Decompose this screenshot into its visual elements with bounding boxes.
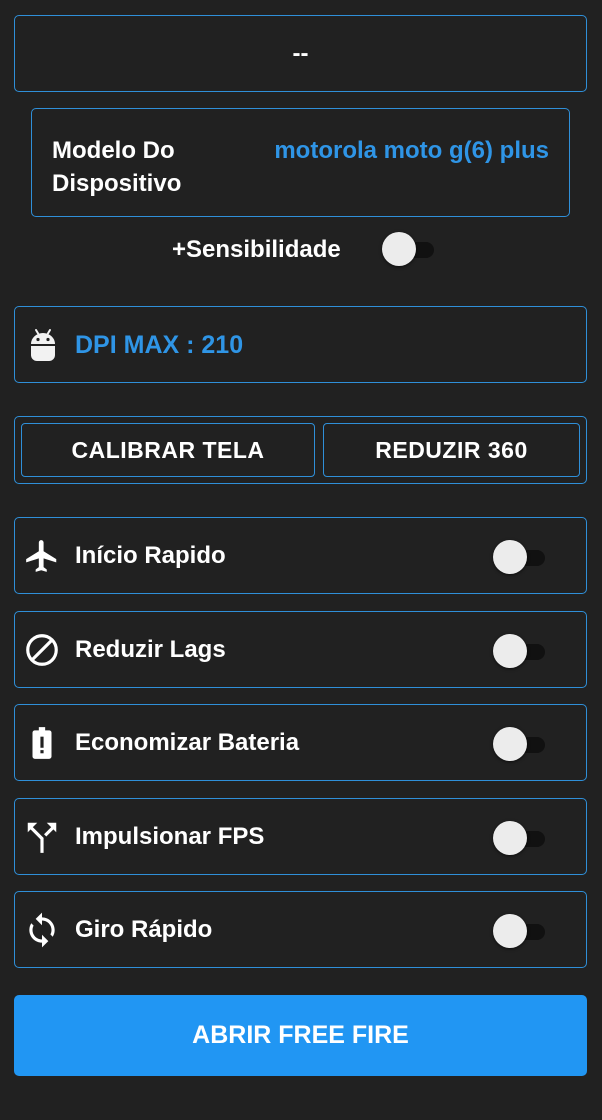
calibrate-screen-button[interactable]: CALIBRAR TELA	[21, 423, 315, 477]
option-label: Impulsionar FPS	[75, 823, 265, 850]
device-model-value: motorola moto g(6) plus	[274, 137, 549, 164]
android-icon	[31, 329, 55, 361]
block-icon	[26, 634, 58, 666]
action-buttons-group: CALIBRAR TELA REDUZIR 360	[14, 416, 587, 484]
option-quick-turn: Giro Rápido	[14, 891, 587, 968]
save-battery-toggle[interactable]	[493, 727, 547, 761]
dpi-card: DPI MAX : 210	[14, 306, 587, 383]
device-model-label: Modelo Do Dispositivo	[52, 137, 182, 197]
header-text: --	[292, 39, 309, 67]
airplane-icon	[26, 540, 57, 572]
dpi-max-text: DPI MAX : 210	[75, 331, 244, 359]
reduce-lags-toggle[interactable]	[493, 634, 547, 668]
sensitivity-row: +Sensibilidade	[0, 228, 602, 272]
option-label: Economizar Bateria	[75, 729, 300, 756]
option-label: Giro Rápido	[75, 916, 213, 943]
sensitivity-label: +Sensibilidade	[172, 236, 341, 263]
open-free-fire-button[interactable]: ABRIR FREE FIRE	[14, 995, 587, 1076]
sensitivity-toggle[interactable]	[382, 232, 436, 266]
option-label: Reduzir Lags	[75, 636, 226, 663]
call-merge-icon	[27, 822, 57, 853]
option-label: Início Rapido	[75, 542, 226, 569]
option-save-battery: Economizar Bateria	[14, 704, 587, 781]
device-model-card: Modelo Do Dispositivo motorola moto g(6)…	[31, 108, 570, 217]
sync-icon	[29, 912, 55, 948]
option-reduce-lags: Reduzir Lags	[14, 611, 587, 688]
option-boost-fps: Impulsionar FPS	[14, 798, 587, 875]
quick-turn-toggle[interactable]	[493, 914, 547, 948]
reduce-360-button[interactable]: REDUZIR 360	[323, 423, 580, 477]
option-quick-start: Início Rapido	[14, 517, 587, 594]
header-display: --	[14, 15, 587, 92]
battery-alert-icon	[32, 727, 52, 759]
boost-fps-toggle[interactable]	[493, 821, 547, 855]
quick-start-toggle[interactable]	[493, 540, 547, 574]
